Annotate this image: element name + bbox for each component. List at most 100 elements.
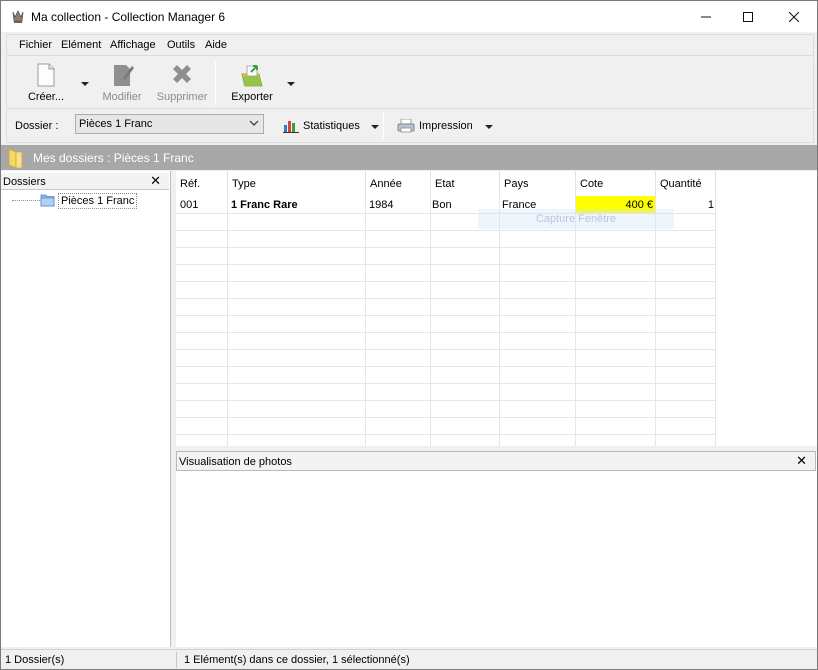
grid-column-line [499,196,500,446]
create-label: Créer... [27,91,65,103]
delete-button[interactable]: Supprimer [155,59,209,107]
column-header-type-label: Type [232,178,256,190]
folder-select[interactable]: Pièces 1 Franc [75,114,264,134]
column-header-etat-label: Etat [435,178,455,190]
toolbar: Créer... Modifier Supprimer Exporter [6,57,814,109]
tree-connector [12,200,40,201]
column-header-etat[interactable]: Etat [431,171,500,196]
modify-label: Modifier [102,91,142,103]
folders-pane-header: Dossiers ✕ [1,173,169,190]
maximize-icon [743,11,753,22]
column-header-cote[interactable]: Cote [576,171,656,196]
status-selection-info: 1 Elément(s) dans ce dossier, 1 sélectio… [184,654,410,666]
column-header-annee[interactable]: Année [366,171,431,196]
column-header-cote-label: Cote [580,178,604,190]
grid-column-line [365,196,366,446]
maximize-button[interactable] [725,1,771,32]
delete-label: Supprimer [156,91,208,103]
menu-affichage[interactable]: Affichage [110,39,156,51]
column-header-pays-label: Pays [504,178,529,190]
edit-document-icon [114,65,134,86]
photo-viewer-title: Visualisation de photos [179,456,292,468]
cell-ref: 001 [180,199,199,211]
photo-viewer-pane: Visualisation de photos ✕ [176,451,817,647]
app-window: Ma collection - Collection Manager 6 Fic… [0,0,818,670]
close-icon [789,11,799,22]
items-grid: Réf. Type Année Etat Pays Cote Quantité … [176,171,817,446]
column-header-ref[interactable]: Réf. [176,171,228,196]
folders-pane-title: Dossiers [3,176,46,188]
grid-row-line [176,247,716,248]
folder-bar: Dossier : Pièces 1 Franc Statistiques Im… [6,110,814,143]
grid-row-line [176,417,716,418]
grid-row-line [176,315,716,316]
menu-fichier[interactable]: Fichier [19,39,52,51]
menu-element[interactable]: Elément [61,39,101,51]
status-divider [176,652,177,668]
print-button[interactable]: Impression [397,117,473,135]
menu-outils[interactable]: Outils [167,39,195,51]
grid-row-line [176,332,716,333]
column-header-pays[interactable]: Pays [500,171,576,196]
grid-row-line [176,264,716,265]
status-bar: 1 Dossier(s) 1 Elément(s) dans ce dossie… [1,649,817,669]
photo-viewer-header: Visualisation de photos ✕ [176,451,816,471]
window-title: Ma collection - Collection Manager 6 [31,10,226,24]
statistics-dropdown-arrow-icon[interactable] [371,125,379,129]
grid-row-line [176,434,716,435]
grid-row-line [176,400,716,401]
folders-pane: Dossiers ✕ Pièces 1 Franc [1,171,171,647]
grid-column-line [655,196,656,446]
column-header-ref-label: Réf. [180,178,201,190]
current-folder-heading: Mes dossiers : Pièces 1 Franc [33,151,194,165]
tree-item-pieces-1-franc[interactable]: Pièces 1 Franc [58,193,138,209]
folder-icon [8,148,23,169]
grid-column-line [715,196,716,446]
modify-button[interactable]: Modifier [97,59,147,107]
folder-label: Dossier : [15,120,59,132]
export-button[interactable]: Exporter [227,59,277,107]
title-bar: Ma collection - Collection Manager 6 [1,1,817,32]
menu-aide[interactable]: Aide [205,39,227,51]
export-icon [241,65,263,87]
menu-bar: Fichier Elément Affichage Outils Aide [6,34,814,56]
minimize-button[interactable] [683,1,729,32]
new-document-icon [37,63,55,87]
print-dropdown-arrow-icon[interactable] [485,125,493,129]
app-logo-icon [12,10,24,23]
folderbar-separator [383,113,384,139]
printer-icon [397,119,415,133]
grid-row-line [176,366,716,367]
capture-watermark: Capture Fenêtre [478,209,674,229]
delete-x-icon [173,65,191,83]
statistics-label: Statistiques [303,120,360,132]
column-header-type[interactable]: Type [228,171,366,196]
bar-chart-icon [283,121,299,133]
export-dropdown-arrow-icon[interactable] [287,82,295,86]
column-header-quantite[interactable]: Quantité [656,171,716,196]
chevron-down-icon [249,120,259,126]
export-label: Exporter [231,91,273,103]
column-header-quantite-label: Quantité [660,178,702,190]
toolbar-separator [215,61,216,105]
grid-row-line [176,281,716,282]
photo-viewer-close-icon[interactable]: ✕ [796,453,807,469]
minimize-icon [701,16,711,17]
grid-row-line [176,383,716,384]
print-label: Impression [419,120,473,132]
cell-type: 1 Franc Rare [231,199,298,211]
create-dropdown-arrow-icon[interactable] [81,82,89,86]
tree-folder-icon [40,194,55,207]
grid-column-line [575,196,576,446]
status-folder-count: 1 Dossier(s) [5,654,65,666]
folder-select-value: Pièces 1 Franc [79,118,153,130]
grid-column-line [227,196,228,446]
create-button[interactable]: Créer... [21,59,71,107]
statistics-button[interactable]: Statistiques [283,117,360,135]
grid-row-line [176,349,716,350]
close-button[interactable] [771,1,817,32]
cell-annee: 1984 [369,199,394,211]
folders-pane-close-icon[interactable]: ✕ [150,173,161,189]
grid-column-line [430,196,431,446]
grid-row-line [176,230,716,231]
